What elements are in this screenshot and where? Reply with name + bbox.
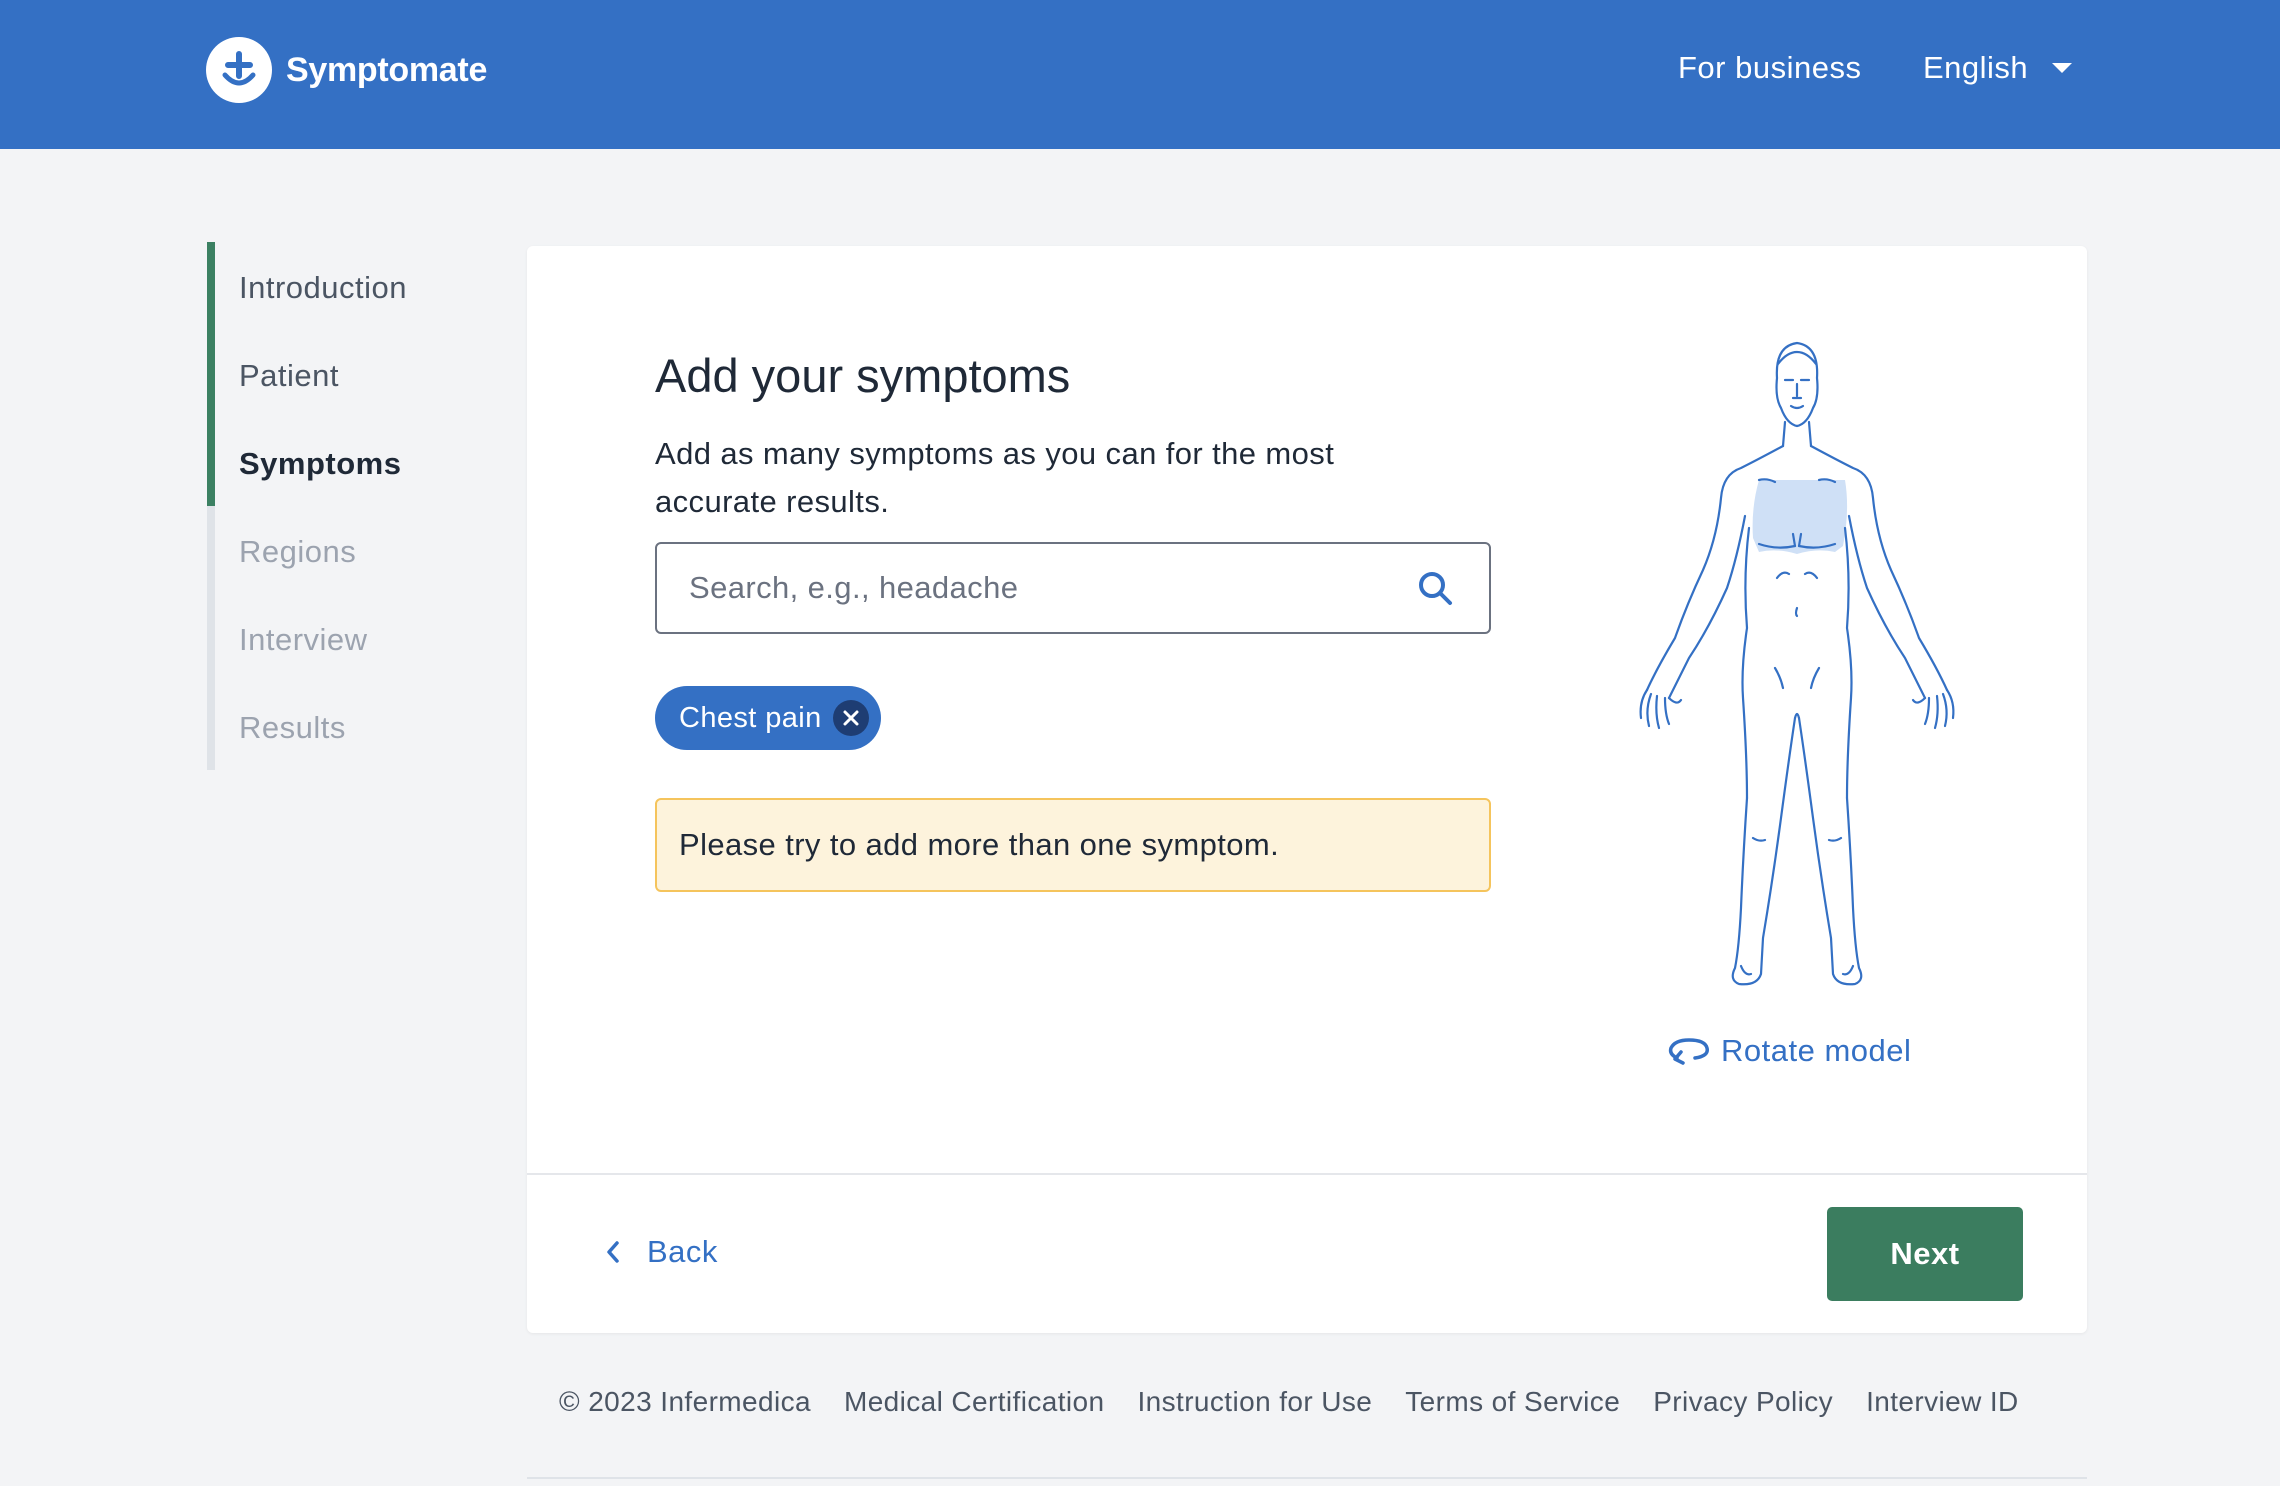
search-input[interactable]	[687, 569, 1415, 607]
body-model[interactable]	[1617, 338, 1977, 992]
caret-down-icon	[2052, 63, 2073, 73]
footer-link-terms-of-service[interactable]: Terms of Service	[1405, 1386, 1620, 1418]
page-subtitle: Add as many symptoms as you can for the …	[655, 436, 1335, 519]
symptoms-card: Add your symptoms Add as many symptoms a…	[527, 246, 2087, 1333]
for-business-link[interactable]: For business	[1678, 50, 1861, 86]
top-bar: Symptomate For business English	[0, 0, 2280, 149]
next-button[interactable]: Next	[1827, 1207, 2023, 1301]
card-divider	[527, 1173, 2087, 1175]
sidebar-item-interview: Interview	[239, 622, 368, 657]
sidebar-item-introduction[interactable]: Introduction	[239, 270, 407, 306]
language-label: English	[1923, 50, 2029, 85]
symptom-chip-label: Chest pain	[679, 701, 822, 734]
sidebar-item-results: Results	[239, 710, 346, 745]
progress-fill	[207, 242, 215, 506]
footer-link-medical-certification[interactable]: Medical Certification	[844, 1386, 1105, 1418]
search-icon[interactable]	[1415, 568, 1455, 608]
page-footer: © 2023 Infermedica Medical Certification…	[527, 1386, 2087, 1418]
rotate-model-button[interactable]: Rotate model	[1667, 1033, 1911, 1069]
back-button[interactable]: Back	[601, 1234, 718, 1270]
footer-divider	[527, 1477, 2087, 1479]
chevron-left-icon	[607, 1241, 619, 1263]
brand-name: Symptomate	[286, 50, 488, 89]
sidebar-item-regions: Regions	[239, 534, 357, 569]
warning-alert: Please try to add more than one symptom.	[655, 798, 1491, 892]
brand-logo[interactable]: Symptomate	[206, 37, 487, 103]
symptom-search-box[interactable]	[655, 542, 1491, 634]
back-label: Back	[647, 1234, 718, 1269]
copyright: © 2023 Infermedica	[559, 1386, 811, 1417]
footer-link-instruction-for-use[interactable]: Instruction for Use	[1137, 1386, 1372, 1418]
sidebar-item-symptoms[interactable]: Symptoms	[239, 446, 401, 482]
page-title: Add your symptoms	[655, 349, 1071, 402]
sidebar-item-patient[interactable]: Patient	[239, 358, 339, 394]
rotate-model-label: Rotate model	[1721, 1033, 1912, 1068]
language-select[interactable]: English	[1923, 50, 2073, 86]
symptom-chip: Chest pain	[655, 686, 881, 750]
footer-link-privacy-policy[interactable]: Privacy Policy	[1653, 1386, 1833, 1418]
footer-link-interview-id[interactable]: Interview ID	[1866, 1386, 2019, 1418]
symptomate-logo-icon	[206, 37, 272, 103]
rotate-icon	[1668, 1038, 1709, 1065]
remove-symptom-icon[interactable]	[833, 700, 869, 736]
